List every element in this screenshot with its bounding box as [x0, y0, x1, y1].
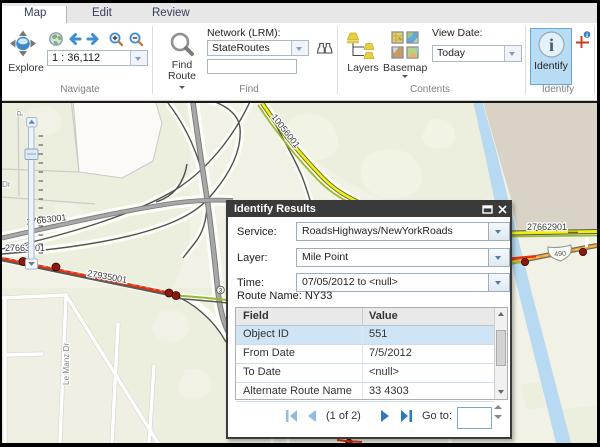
- svg-text:i: i: [549, 35, 554, 55]
- svg-text:P: P: [16, 110, 25, 116]
- svg-text:Le Manz Dr: Le Manz Dr: [62, 342, 71, 385]
- svg-text:27662901: 27662901: [527, 222, 567, 232]
- svg-text:Dr: Dr: [2, 180, 11, 189]
- svg-text:i: i: [586, 32, 588, 39]
- svg-text:490: 490: [554, 250, 566, 258]
